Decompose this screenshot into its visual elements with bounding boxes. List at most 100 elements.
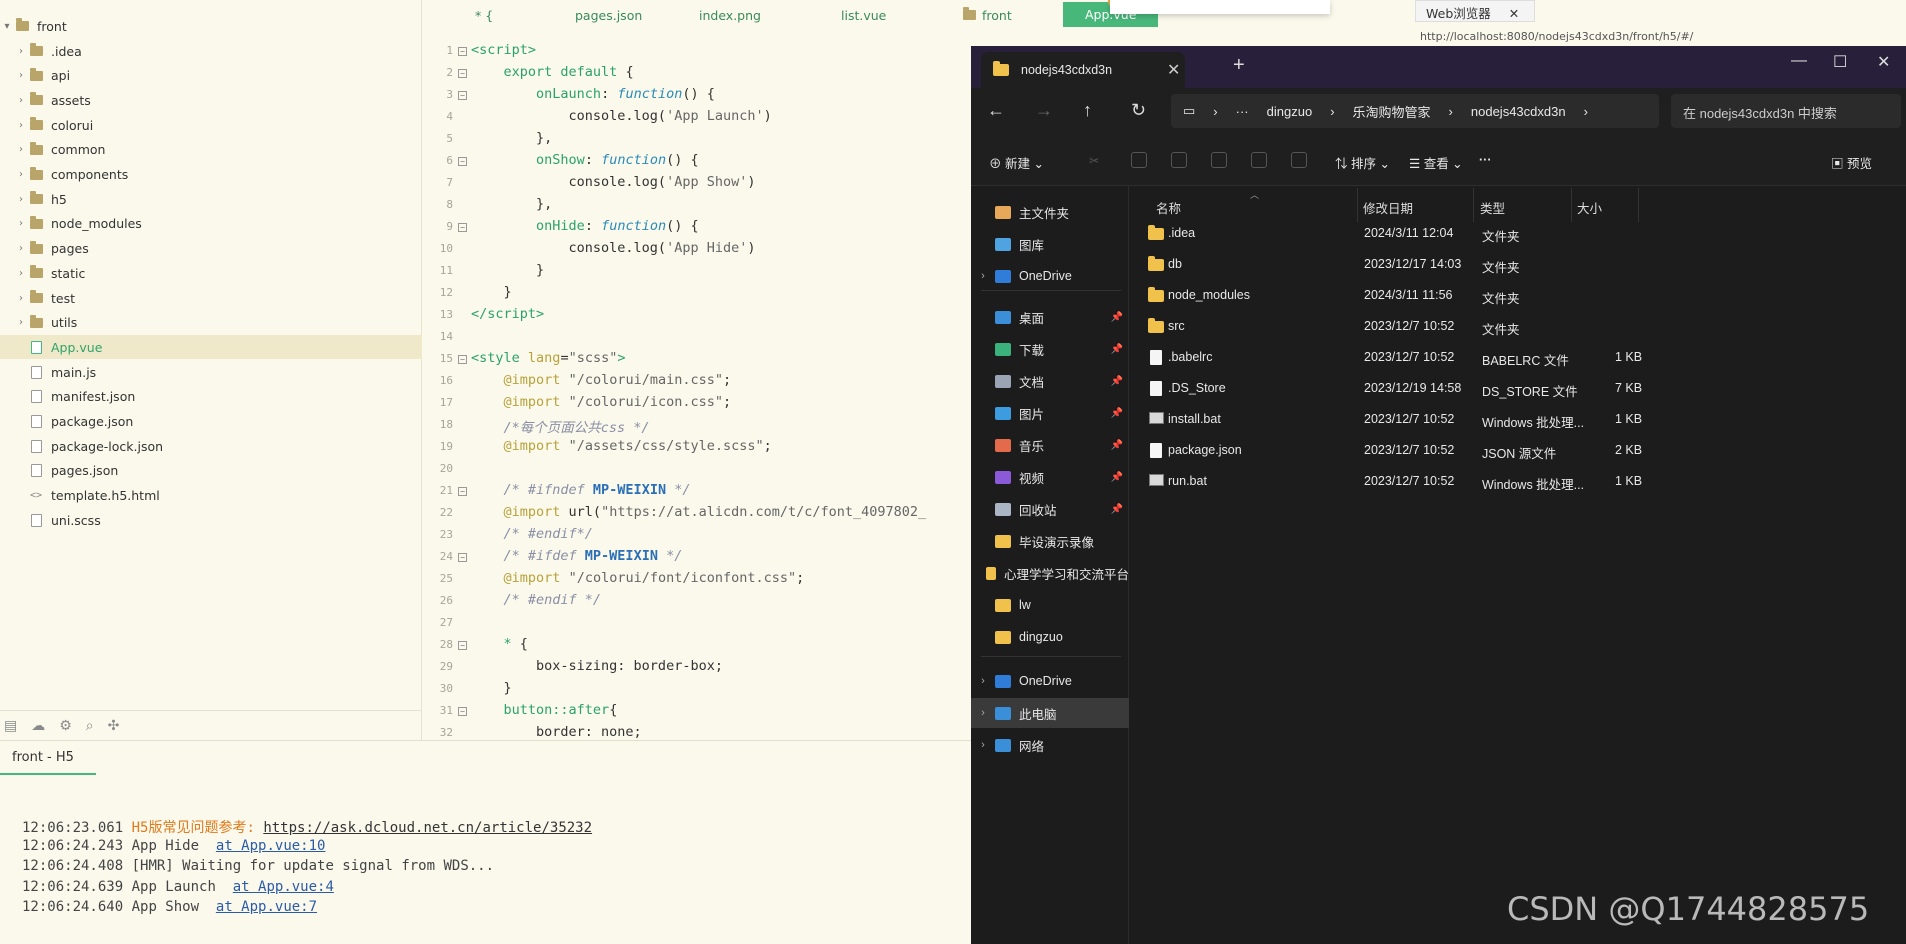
- column-divider[interactable]: [1473, 188, 1474, 222]
- more-options-icon[interactable]: ···: [1479, 153, 1492, 167]
- code-editor[interactable]: 1−2−3−4 5 6−7 8 9−10 11 12 13 14 15−16 17 18 19 20 21−…: [423, 36, 983, 740]
- file-row[interactable]: install.bat 2023/12/7 10:52 Windows 批处理...…: [1130, 404, 1750, 434]
- tree-item[interactable]: › static: [0, 261, 422, 285]
- column-divider[interactable]: [1357, 188, 1358, 222]
- tree-item[interactable]: manifest.json: [0, 385, 422, 409]
- tree-item[interactable]: package.json: [0, 410, 422, 434]
- cut-icon[interactable]: ✂: [1089, 153, 1099, 168]
- close-tab-icon[interactable]: ✕: [1167, 60, 1180, 80]
- log-link[interactable]: at App.vue:7: [216, 899, 317, 915]
- close-icon[interactable]: ✕: [1509, 6, 1519, 21]
- close-window-icon[interactable]: ✕: [1877, 52, 1890, 72]
- nav-item[interactable]: 音乐 📌: [971, 430, 1129, 460]
- file-row[interactable]: .idea 2024/3/11 12:04 文件夹: [1130, 218, 1750, 248]
- tree-item[interactable]: › test: [0, 286, 422, 310]
- fold-toggle-icon[interactable]: −: [458, 91, 467, 100]
- column-type[interactable]: 类型: [1480, 198, 1505, 217]
- tree-item[interactable]: › utils: [0, 311, 422, 335]
- tree-item[interactable]: pages.json: [0, 459, 422, 483]
- nav-item[interactable]: 视频 📌: [971, 462, 1129, 492]
- minimize-icon[interactable]: —: [1791, 52, 1807, 70]
- nav-item[interactable]: 桌面 📌: [971, 302, 1129, 332]
- column-date[interactable]: 修改日期: [1363, 198, 1413, 217]
- copy-icon[interactable]: [1131, 152, 1147, 168]
- column-size[interactable]: 大小: [1577, 198, 1602, 217]
- tree-item[interactable]: package-lock.json: [0, 434, 422, 458]
- file-row[interactable]: .babelrc 2023/12/7 10:52 BABELRC 文件 1 KB: [1130, 342, 1750, 372]
- explorer-search-input[interactable]: 在 nodejs43cdxd3n 中搜索: [1671, 94, 1901, 128]
- tab-front[interactable]: front: [963, 7, 1012, 23]
- fold-toggle-icon[interactable]: −: [458, 355, 467, 364]
- fold-toggle-icon[interactable]: −: [458, 487, 467, 496]
- file-row[interactable]: src 2023/12/7 10:52 文件夹: [1130, 311, 1750, 341]
- nav-item[interactable]: 下载 📌: [971, 334, 1129, 364]
- chevron-right-icon[interactable]: ›: [14, 268, 28, 279]
- web-browser-tab[interactable]: Web浏览器 ✕: [1415, 0, 1535, 22]
- chevron-right-icon[interactable]: ›: [14, 70, 28, 81]
- forward-arrow-icon[interactable]: →: [1035, 100, 1053, 121]
- tree-item[interactable]: App.vue: [0, 335, 422, 360]
- nav-item[interactable]: 文档 📌: [971, 366, 1129, 396]
- tree-item[interactable]: › pages: [0, 237, 422, 261]
- nav-item[interactable]: 毕设演示录像: [971, 526, 1129, 556]
- file-row[interactable]: package.json 2023/12/7 10:52 JSON 源文件 2 KB: [1130, 435, 1750, 465]
- maximize-icon[interactable]: ☐: [1833, 52, 1847, 72]
- fold-toggle-icon[interactable]: −: [458, 553, 467, 562]
- explorer-tab[interactable]: nodejs43cdxd3n ✕: [981, 52, 1185, 88]
- chevron-right-icon[interactable]: ›: [14, 46, 28, 57]
- nav-item[interactable]: › 此电脑: [971, 698, 1129, 728]
- fold-toggle-icon[interactable]: −: [458, 69, 467, 78]
- column-divider[interactable]: [1638, 188, 1639, 222]
- paste-icon[interactable]: [1171, 152, 1187, 168]
- nav-item[interactable]: › OneDrive: [971, 261, 1129, 291]
- tree-item[interactable]: › components: [0, 163, 422, 187]
- debug-icon[interactable]: ✣: [108, 718, 120, 734]
- breadcrumb-dingzuo[interactable]: dingzuo: [1267, 104, 1313, 119]
- breadcrumb-letao[interactable]: 乐淘购物管家: [1353, 102, 1431, 121]
- cloud-icon[interactable]: ☁: [31, 718, 45, 734]
- tab-list-vue[interactable]: list.vue: [841, 8, 886, 23]
- preview-button[interactable]: ▣ 预览: [1831, 153, 1872, 172]
- file-row[interactable]: node_modules 2024/3/11 11:56 文件夹: [1130, 280, 1750, 310]
- view-button[interactable]: ☰ 查看 ⌄: [1409, 153, 1463, 172]
- delete-icon[interactable]: [1291, 152, 1307, 168]
- tree-item[interactable]: › .idea: [0, 39, 422, 63]
- chevron-right-icon[interactable]: ›: [14, 144, 28, 155]
- new-button[interactable]: ⊕ 新建 ⌄: [989, 153, 1044, 172]
- tree-item[interactable]: › node_modules: [0, 212, 422, 236]
- chevron-right-icon[interactable]: ›: [14, 95, 28, 106]
- new-tab-icon[interactable]: +: [1233, 54, 1245, 77]
- up-arrow-icon[interactable]: ↑: [1083, 100, 1092, 121]
- log-link[interactable]: https://ask.dcloud.net.cn/article/35232: [263, 820, 592, 836]
- chevron-right-icon[interactable]: ›: [14, 293, 28, 304]
- share-icon[interactable]: [1251, 152, 1267, 168]
- chevron-right-icon[interactable]: ›: [14, 120, 28, 131]
- refresh-icon[interactable]: ↻: [1131, 100, 1146, 121]
- tree-item[interactable]: uni.scss: [0, 508, 422, 532]
- nav-item[interactable]: 主文件夹: [971, 197, 1129, 227]
- sort-button[interactable]: ⇅ 排序 ⌄: [1335, 153, 1390, 172]
- chevron-right-icon[interactable]: ›: [14, 194, 28, 205]
- fold-toggle-icon[interactable]: −: [458, 641, 467, 650]
- search-icon[interactable]: ⌕: [86, 718, 94, 734]
- tree-item[interactable]: › colorui: [0, 113, 422, 137]
- nav-item[interactable]: 图片 📌: [971, 398, 1129, 428]
- chevron-right-icon[interactable]: ›: [971, 675, 995, 687]
- nav-item[interactable]: › OneDrive: [971, 666, 1129, 696]
- tab-index-png[interactable]: index.png: [699, 8, 761, 23]
- chevron-right-icon[interactable]: ›: [14, 243, 28, 254]
- fold-toggle-icon[interactable]: −: [458, 157, 467, 166]
- breadcrumb-current[interactable]: nodejs43cdxd3n: [1471, 104, 1566, 119]
- column-name[interactable]: 名称: [1156, 198, 1181, 217]
- tree-item[interactable]: <> template.h5.html: [0, 484, 422, 508]
- chevron-right-icon[interactable]: ›: [14, 218, 28, 229]
- chevron-down-icon[interactable]: ▾: [0, 21, 14, 32]
- nav-item[interactable]: › 网络: [971, 730, 1129, 760]
- nav-item[interactable]: 图库: [971, 229, 1129, 259]
- tree-item[interactable]: main.js: [0, 360, 422, 384]
- tree-item[interactable]: › api: [0, 64, 422, 88]
- tree-item[interactable]: › assets: [0, 88, 422, 112]
- tree-root-front[interactable]: ▾ front: [0, 14, 422, 38]
- fold-toggle-icon[interactable]: −: [458, 707, 467, 716]
- address-bar[interactable]: ▭ › ··· dingzuo › 乐淘购物管家 › nodejs43cdxd3…: [1171, 94, 1659, 128]
